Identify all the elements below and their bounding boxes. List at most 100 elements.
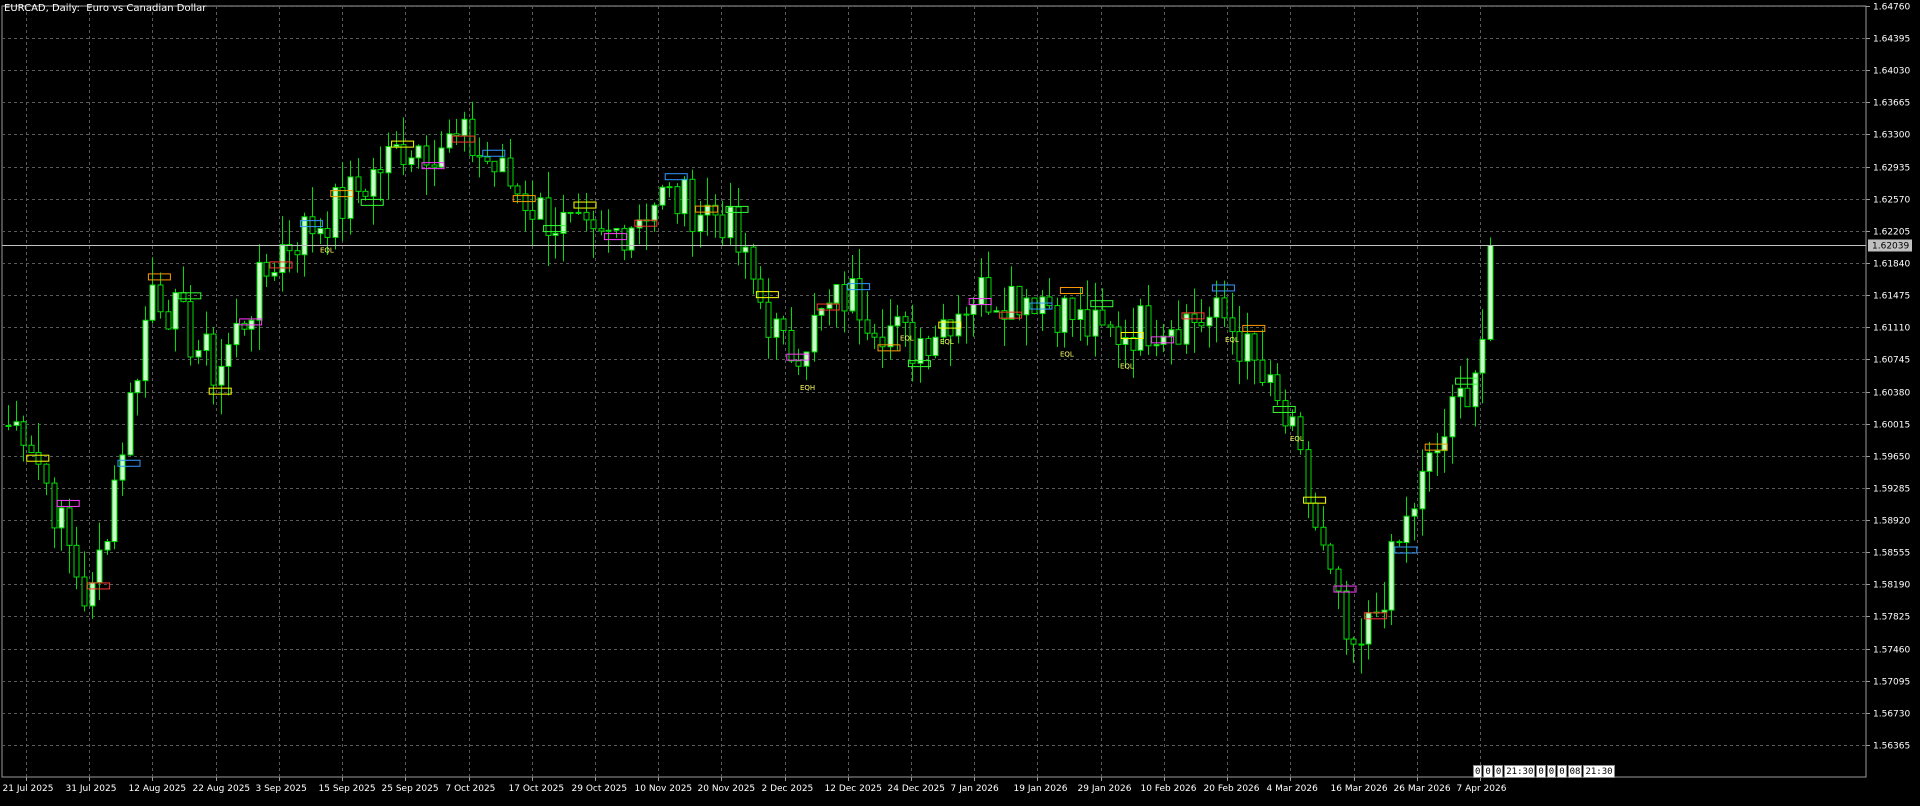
candle-body bbox=[347, 176, 354, 219]
candle-body bbox=[1099, 309, 1106, 326]
candle-body bbox=[552, 232, 559, 236]
y-tick-label: 1.64030 bbox=[1873, 67, 1910, 77]
candle-body bbox=[780, 318, 787, 331]
y-tick-label: 1.62570 bbox=[1873, 196, 1910, 206]
level-label: EQL bbox=[320, 246, 334, 254]
candle-body bbox=[978, 277, 985, 306]
candle-body bbox=[484, 156, 491, 162]
candle-body bbox=[583, 211, 590, 221]
candle-body bbox=[529, 210, 536, 220]
candle-body bbox=[811, 314, 818, 353]
candle-body bbox=[127, 392, 134, 456]
candle-body bbox=[917, 338, 924, 364]
candle-body bbox=[66, 507, 73, 546]
candle-body bbox=[104, 541, 111, 551]
candle-body bbox=[1229, 317, 1236, 333]
timer-cell: 0 bbox=[1546, 765, 1557, 778]
y-tick-label: 1.60380 bbox=[1873, 389, 1910, 399]
plot-frame bbox=[1, 5, 1867, 778]
candle-body bbox=[1282, 400, 1289, 427]
x-tick-label: 12 Dec 2025 bbox=[825, 784, 883, 794]
chart-svg[interactable]: EQLEQHEQL EQLEQLEQLEQLEQL 1.647601.643951… bbox=[0, 0, 1920, 802]
candle-body bbox=[522, 193, 529, 212]
candle-body bbox=[1031, 297, 1038, 315]
x-tick-label: 29 Oct 2025 bbox=[572, 784, 628, 794]
y-tick-label: 1.58920 bbox=[1873, 517, 1910, 527]
candle-body bbox=[795, 360, 802, 367]
level-label: EQL bbox=[1120, 362, 1134, 370]
candle-body bbox=[1335, 568, 1342, 592]
candle-body bbox=[1320, 526, 1327, 546]
level-label: EQL bbox=[940, 338, 954, 346]
candle-body bbox=[887, 325, 894, 348]
candle-body bbox=[309, 216, 316, 235]
candle-body bbox=[1312, 502, 1319, 528]
x-tick-label: 10 Nov 2025 bbox=[635, 784, 693, 794]
candle-body bbox=[362, 190, 369, 197]
candle-body bbox=[1046, 296, 1053, 307]
x-tick-label: 24 Dec 2025 bbox=[888, 784, 946, 794]
candle-body bbox=[1016, 285, 1023, 316]
candle-body bbox=[1198, 322, 1205, 327]
x-tick-label: 15 Sep 2025 bbox=[319, 784, 376, 794]
candle-body bbox=[1145, 305, 1152, 347]
candle-body bbox=[1084, 309, 1091, 337]
candle-body bbox=[453, 133, 460, 137]
y-tick-label: 1.62205 bbox=[1873, 228, 1910, 238]
candle-body bbox=[157, 284, 164, 313]
candle-body bbox=[864, 319, 871, 334]
level-box bbox=[147, 273, 171, 281]
candle-body bbox=[697, 214, 704, 233]
level-label: EQL bbox=[1225, 336, 1239, 344]
y-tick-label: 1.61110 bbox=[1873, 324, 1910, 334]
candle-body bbox=[909, 321, 916, 364]
candle-body bbox=[81, 576, 88, 607]
candle-body bbox=[385, 145, 392, 174]
candle-body bbox=[1023, 297, 1030, 316]
candle-body bbox=[476, 155, 483, 158]
candle-body bbox=[461, 118, 468, 137]
x-tick-label: 12 Aug 2025 bbox=[129, 784, 187, 794]
candle-body bbox=[187, 301, 194, 358]
y-tick-label: 1.62935 bbox=[1873, 164, 1910, 174]
timer-cell: 0 bbox=[1536, 765, 1546, 778]
candle-body bbox=[393, 144, 400, 147]
candle-body bbox=[985, 277, 992, 313]
candle-body bbox=[400, 144, 407, 166]
candle-body bbox=[28, 444, 35, 453]
chart-title: EURCAD, Daily: Euro vs Canadian Dollar bbox=[4, 3, 207, 14]
level-box bbox=[573, 201, 597, 209]
level-label: EQL bbox=[1290, 435, 1304, 443]
candle-body bbox=[590, 219, 597, 230]
timer-cell: 21:30 bbox=[1504, 765, 1536, 778]
candle-body bbox=[856, 278, 863, 321]
candle-body bbox=[689, 178, 696, 233]
candle-body bbox=[1130, 337, 1137, 351]
level-box bbox=[1242, 324, 1266, 332]
candle-body bbox=[765, 301, 772, 338]
y-tick-label: 1.57825 bbox=[1873, 613, 1910, 623]
candle-body bbox=[567, 211, 574, 214]
candle-body bbox=[1213, 297, 1220, 318]
candle-body bbox=[1107, 324, 1114, 328]
candle-body bbox=[1274, 374, 1281, 402]
candle-body bbox=[993, 310, 1000, 313]
x-tick-label: 2 Dec 2025 bbox=[762, 784, 814, 794]
candle-body bbox=[628, 227, 635, 251]
candle-body bbox=[1115, 326, 1122, 345]
candle-body bbox=[43, 463, 50, 484]
candle-body bbox=[1137, 305, 1144, 351]
candle-body bbox=[1251, 333, 1258, 361]
x-tick-label: 10 Feb 2026 bbox=[1141, 784, 1197, 794]
candle-body bbox=[788, 329, 795, 362]
candle-body bbox=[1396, 541, 1403, 544]
timer-cell: 21:30 bbox=[1583, 765, 1615, 778]
level-box bbox=[56, 499, 80, 507]
candle-body bbox=[263, 261, 270, 277]
candle-body bbox=[598, 228, 605, 232]
candle-body bbox=[1449, 396, 1456, 438]
candle-body bbox=[1434, 450, 1441, 454]
chart-area[interactable]: EQL EQH EQL EQL EQL EQL EQL EQL 1.64760 1.64395 1… bbox=[0, 0, 1920, 802]
candle-body bbox=[666, 186, 673, 189]
candle-body bbox=[324, 227, 331, 238]
